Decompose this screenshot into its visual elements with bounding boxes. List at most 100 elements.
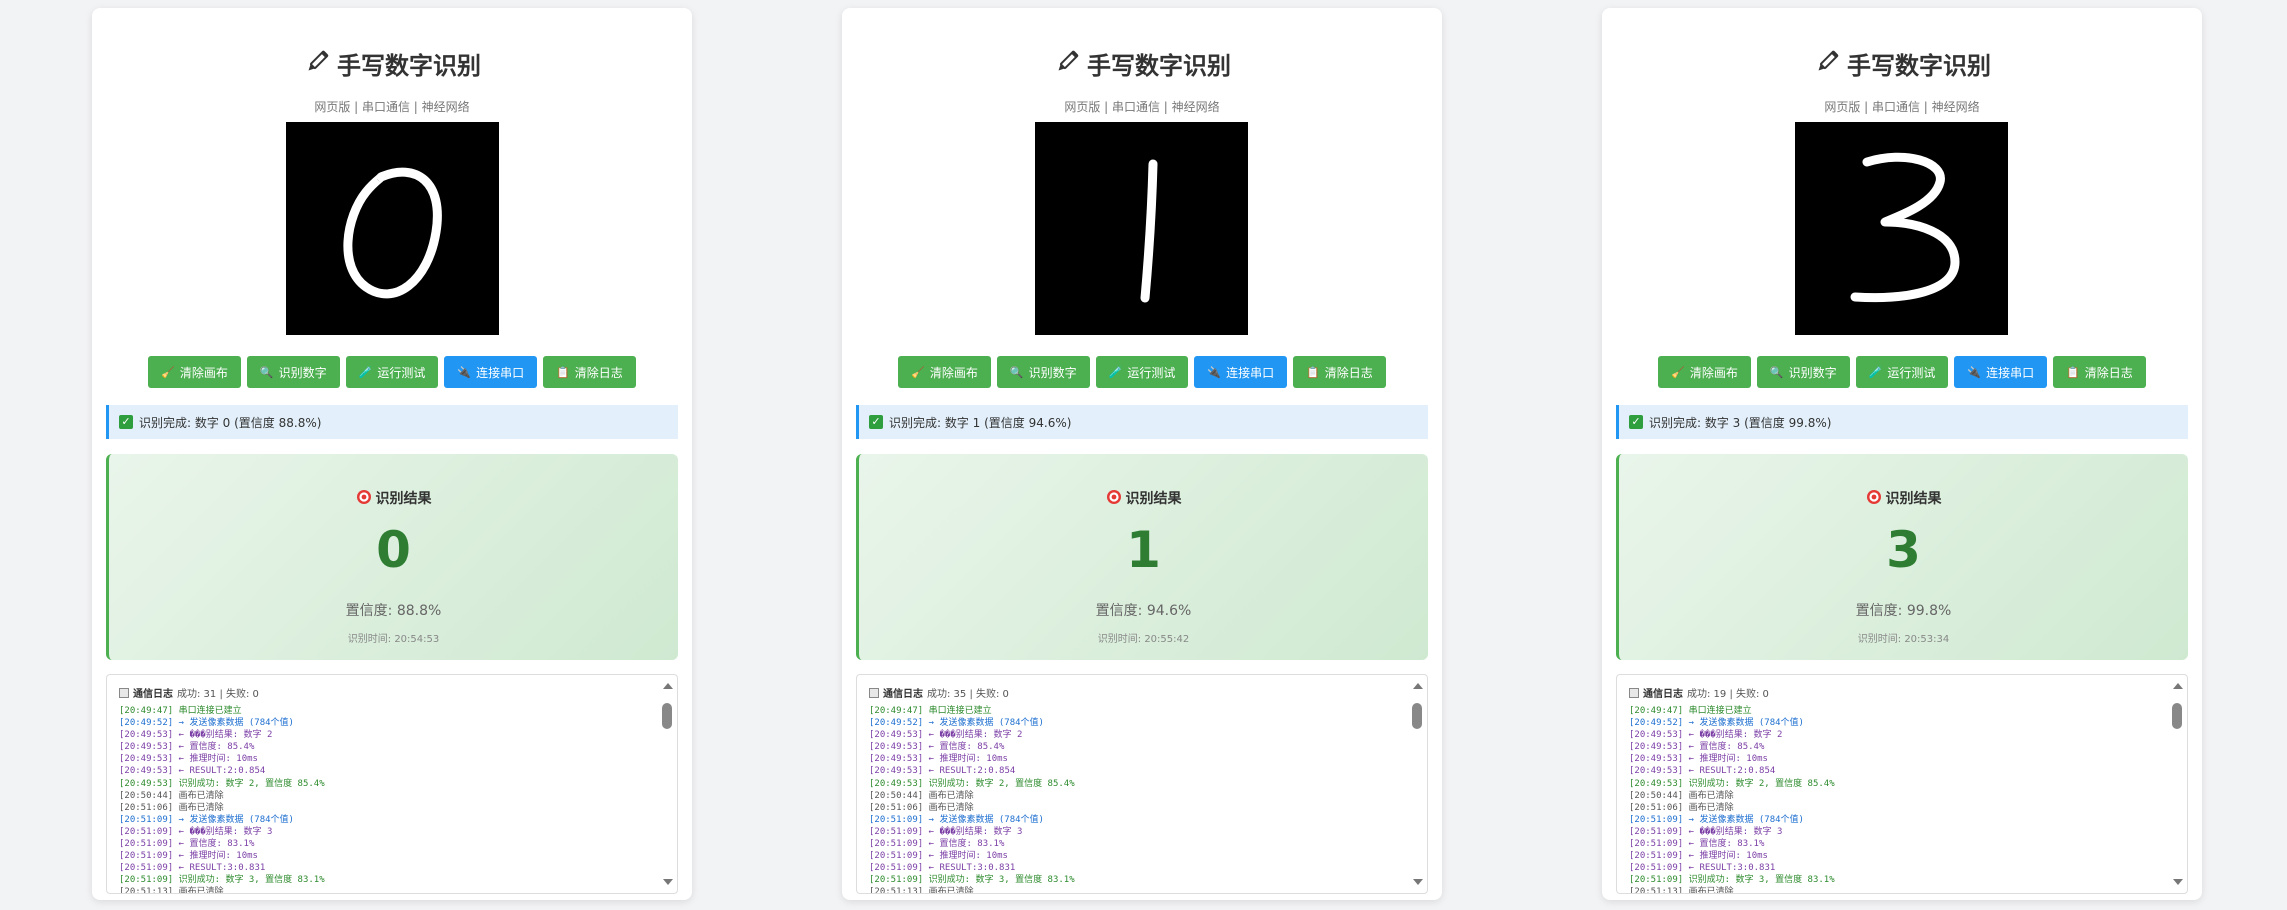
log-line: [20:51:09] → 发送像素数据 (784个值) [869, 814, 1403, 826]
scroll-thumb[interactable] [1412, 703, 1422, 729]
log-line: [20:51:09] ← RESULT:3:0.831 [1629, 862, 2163, 874]
recognition-time: 识别时间: 20:53:34 [1857, 634, 1950, 645]
log-message: 识别成功: 数字 2, 置信度 85.4% [1688, 778, 1835, 789]
log-message: ← RESULT:2:0.854 [178, 766, 266, 777]
clear-log-button[interactable]: 📋 清除日志 [1293, 356, 1386, 388]
log-line: [20:51:09] ← RESULT:3:0.831 [869, 862, 1403, 874]
connect-serial-button[interactable]: 🔌 连接串口 [1954, 356, 2048, 388]
log-message: 识别成功: 数字 2, 置信度 85.4% [178, 778, 325, 789]
log-line: [20:50:44] 画布已清除 [1629, 790, 2163, 802]
drawing-canvas[interactable] [1795, 122, 2008, 335]
log-scrollbar[interactable] [661, 683, 673, 885]
log-message: ← ���别结果: 数字 3 [178, 826, 273, 837]
log-line: [20:51:06] 画布已清除 [1629, 802, 2163, 814]
log-header: 通信日志 成功: 19 | 失败: 0 [1629, 685, 1769, 700]
log-timestamp: [20:49:47] [119, 706, 179, 716]
connect-serial-button[interactable]: 🔌 连接串口 [444, 356, 538, 388]
status-text: 识别完成: 数字 3 (置信度 99.8%) [1649, 415, 1832, 430]
log-line: [20:51:13] 画布已清除 [869, 886, 1403, 893]
drawing-canvas[interactable] [286, 122, 499, 335]
connect-serial-button[interactable]: 🔌 连接串口 [1194, 356, 1288, 388]
broom-icon: 🧹 [161, 365, 175, 379]
test-tube-icon: 🧪 [1108, 365, 1123, 379]
log-timestamp: [20:51:13] [1629, 887, 1689, 893]
log-line: [20:51:09] ← ���别结果: 数字 3 [869, 826, 1403, 838]
recognize-button[interactable]: 🔍 识别数字 [246, 356, 340, 388]
scroll-thumb[interactable] [662, 703, 672, 729]
log-line: [20:49:53] 识别成功: 数字 2, 置信度 85.4% [869, 778, 1403, 790]
log-message: ← ���别结果: 数字 2 [928, 730, 1023, 741]
scroll-down-arrow-icon[interactable] [663, 879, 673, 885]
log-line: [20:51:09] ← 推理时间: 10ms [1629, 850, 2163, 862]
plug-icon: 🔌 [1207, 365, 1222, 379]
log-line: [20:49:53] ← 置信度: 85.4% [1629, 741, 2163, 753]
scroll-down-arrow-icon[interactable] [1413, 879, 1423, 885]
log-message: ← 推理时间: 10ms [178, 754, 258, 765]
communication-log[interactable]: 通信日志 成功: 31 | 失败: 0 [20:49:47] 串口连接已建立 [20… [106, 674, 678, 894]
log-stats: 成功: 19 | 失败: 0 [1687, 689, 1769, 700]
log-line: [20:49:53] 识别成功: 数字 2, 置信度 85.4% [1629, 778, 2163, 790]
log-line: [20:51:09] ← 推理时间: 10ms [869, 850, 1403, 862]
communication-log[interactable]: 通信日志 成功: 35 | 失败: 0 [20:49:47] 串口连接已建立 [20… [856, 674, 1428, 894]
result-heading: 识别结果 [1619, 488, 2188, 509]
clear-canvas-button[interactable]: 🧹 清除画布 [148, 356, 241, 388]
scroll-thumb[interactable] [2172, 703, 2182, 729]
pencil-icon [1813, 48, 1841, 86]
result-panel: 识别结果 1 置信度: 94.6% 识别时间: 20:55:42 [856, 454, 1428, 660]
confidence: 置信度: 88.8% [345, 603, 442, 619]
log-line: [20:49:53] ← RESULT:2:0.854 [119, 765, 653, 777]
log-timestamp: [20:51:06] [119, 802, 179, 813]
clear-log-button[interactable]: 📋 清除日志 [2053, 356, 2146, 388]
confidence: 置信度: 99.8% [1855, 603, 1952, 619]
log-scrollbar[interactable] [2171, 683, 2183, 885]
log-message: 画布已清除 [178, 887, 224, 893]
log-timestamp: [20:49:53] [869, 754, 929, 765]
communication-log[interactable]: 通信日志 成功: 19 | 失败: 0 [20:49:47] 串口连接已建立 [20… [1616, 674, 2188, 894]
log-line: [20:49:53] ← ���别结果: 数字 2 [1629, 729, 2163, 741]
status-bar: ✓ 识别完成: 数字 3 (置信度 99.8%) [1616, 405, 2188, 439]
pencil-icon [303, 48, 331, 86]
scroll-up-arrow-icon[interactable] [1413, 683, 1423, 689]
log-message: ← 置信度: 83.1% [178, 839, 255, 850]
clear-canvas-button[interactable]: 🧹 清除画布 [1658, 356, 1751, 388]
clear-log-button[interactable]: 📋 清除日志 [543, 356, 636, 388]
scroll-up-arrow-icon[interactable] [663, 683, 673, 689]
log-icon [119, 687, 129, 698]
log-message: ← 置信度: 83.1% [1688, 839, 1765, 850]
log-line: [20:51:09] → 发送像素数据 (784个值) [119, 814, 653, 826]
log-timestamp: [20:51:09] [119, 826, 179, 837]
scroll-up-arrow-icon[interactable] [2173, 683, 2183, 689]
log-message: ← 置信度: 85.4% [178, 742, 255, 753]
run-test-button[interactable]: 🧪 运行测试 [1855, 356, 1949, 388]
check-icon: ✓ [869, 415, 883, 429]
log-message: ← RESULT:2:0.854 [1688, 766, 1776, 777]
log-timestamp: [20:51:09] [1629, 839, 1689, 850]
log-timestamp: [20:51:13] [869, 887, 929, 893]
recognize-button[interactable]: 🔍 识别数字 [996, 356, 1090, 388]
log-message: → 发送像素数据 (784个值) [178, 814, 294, 825]
log-line: [20:51:09] 识别成功: 数字 3, 置信度 83.1% [1629, 874, 2163, 886]
log-message: ← ���别结果: 数字 2 [178, 730, 273, 741]
run-test-button[interactable]: 🧪 运行测试 [345, 356, 439, 388]
log-message: ← 置信度: 85.4% [1688, 742, 1765, 753]
log-timestamp: [20:51:09] [1629, 814, 1689, 825]
scroll-down-arrow-icon[interactable] [2173, 879, 2183, 885]
log-line: [20:49:52] → 发送像素数据 (784个值) [869, 717, 1403, 729]
log-message: ← ���别结果: 数字 3 [1688, 826, 1783, 837]
log-message: → 发送像素数据 (784个值) [1688, 814, 1804, 825]
log-line: [20:51:09] 识别成功: 数字 3, 置信度 83.1% [869, 874, 1403, 886]
recognize-button[interactable]: 🔍 识别数字 [1756, 356, 1850, 388]
run-test-button[interactable]: 🧪 运行测试 [1095, 356, 1189, 388]
log-message: ← RESULT:3:0.831 [928, 863, 1016, 874]
log-scrollbar[interactable] [1411, 683, 1423, 885]
clear-canvas-button[interactable]: 🧹 清除画布 [898, 356, 991, 388]
log-message: 画布已清除 [928, 887, 974, 893]
log-message: → 发送像素数据 (784个值) [1688, 718, 1804, 729]
drawing-canvas[interactable] [1035, 122, 1248, 335]
log-timestamp: [20:51:13] [119, 887, 179, 893]
recognition-time: 识别时间: 20:55:42 [1097, 634, 1190, 645]
recognized-digit: 1 [1126, 521, 1161, 579]
recognition-time: 识别时间: 20:54:53 [347, 634, 440, 645]
log-line: [20:49:53] ← ���别结果: 数字 2 [869, 729, 1403, 741]
recognized-digit: 0 [376, 521, 411, 579]
